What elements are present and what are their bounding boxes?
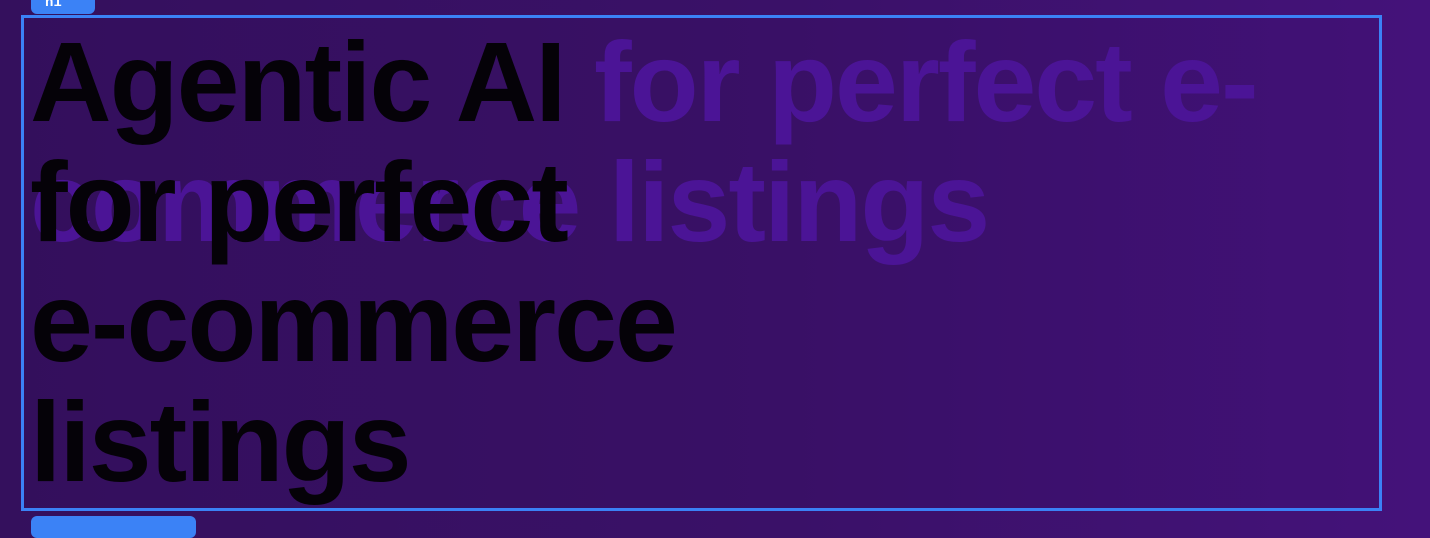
element-tag-top: h1 [31,0,95,14]
headline-main: Agentic AI for perfect e-commerce listin… [30,19,678,505]
element-tag-bottom [31,516,196,538]
